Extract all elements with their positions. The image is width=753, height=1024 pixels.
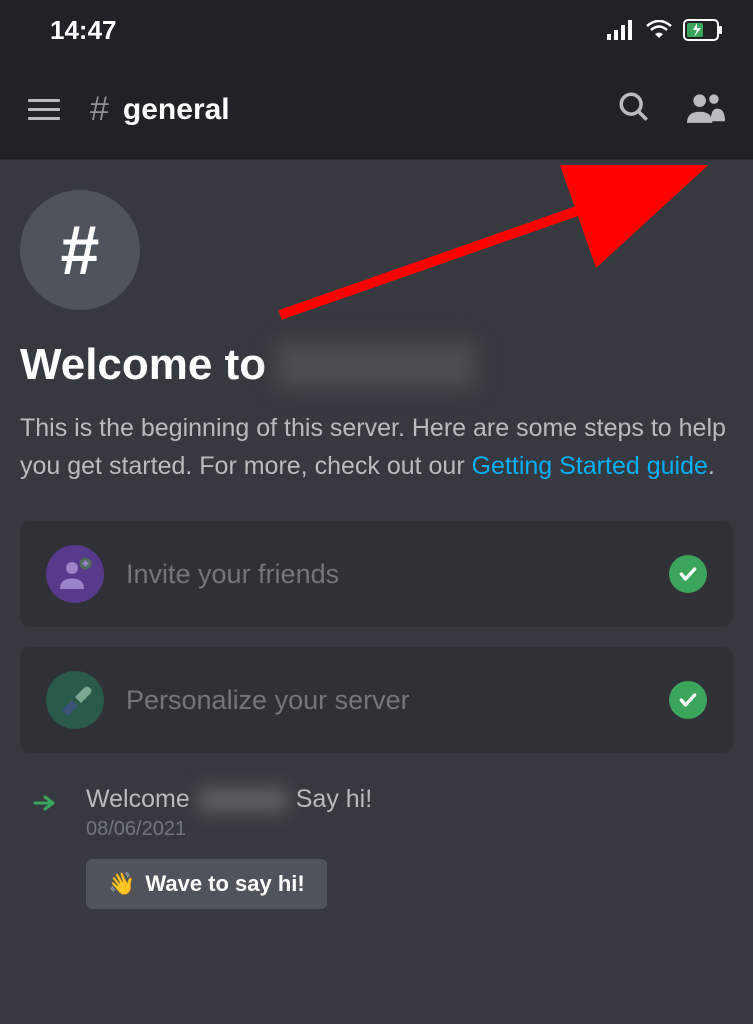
- welcome-heading-prefix: Welcome to: [20, 340, 266, 390]
- battery-charging-icon: [683, 19, 723, 41]
- personalize-icon: [46, 671, 104, 729]
- status-indicators: [607, 19, 723, 41]
- channel-name: general: [123, 93, 230, 127]
- completed-check-icon: [669, 681, 707, 719]
- menu-button[interactable]: [28, 99, 60, 120]
- getting-started-link[interactable]: Getting Started guide: [472, 452, 708, 480]
- cellular-signal-icon: [607, 20, 635, 40]
- system-message-date: 08/06/2021: [86, 818, 372, 841]
- invite-friends-card[interactable]: Invite your friends: [20, 521, 733, 627]
- join-arrow-icon: [30, 791, 60, 815]
- system-message-text: Welcome Say hi!: [86, 785, 372, 814]
- invite-icon: [46, 545, 104, 603]
- completed-check-icon: [669, 555, 707, 593]
- status-bar: 14:47: [0, 0, 753, 60]
- hash-icon: #: [61, 210, 100, 290]
- wave-button[interactable]: 👋 Wave to say hi!: [86, 859, 327, 909]
- server-name-redacted: [276, 341, 476, 389]
- channel-header: # general: [0, 60, 753, 160]
- members-button[interactable]: [687, 90, 725, 129]
- personalize-server-card[interactable]: Personalize your server: [20, 647, 733, 753]
- invite-label: Invite your friends: [126, 559, 647, 590]
- hash-icon: #: [90, 90, 109, 129]
- search-button[interactable]: [617, 90, 651, 129]
- status-time: 14:47: [50, 15, 117, 46]
- channel-badge: #: [20, 190, 140, 310]
- wave-button-label: Wave to say hi!: [145, 871, 304, 897]
- personalize-label: Personalize your server: [126, 685, 647, 716]
- welcome-heading: Welcome to: [20, 340, 733, 390]
- channel-content: # Welcome to This is the beginning of th…: [0, 160, 753, 909]
- wifi-icon: [645, 20, 673, 40]
- wave-emoji-icon: 👋: [108, 871, 135, 897]
- members-icon: [687, 90, 725, 124]
- system-welcome-message: Welcome Say hi! 08/06/2021 👋 Wave to say…: [20, 785, 733, 909]
- channel-title[interactable]: # general: [90, 90, 587, 129]
- username-redacted: [198, 787, 288, 813]
- welcome-description: This is the beginning of this server. He…: [20, 410, 733, 485]
- search-icon: [617, 90, 651, 124]
